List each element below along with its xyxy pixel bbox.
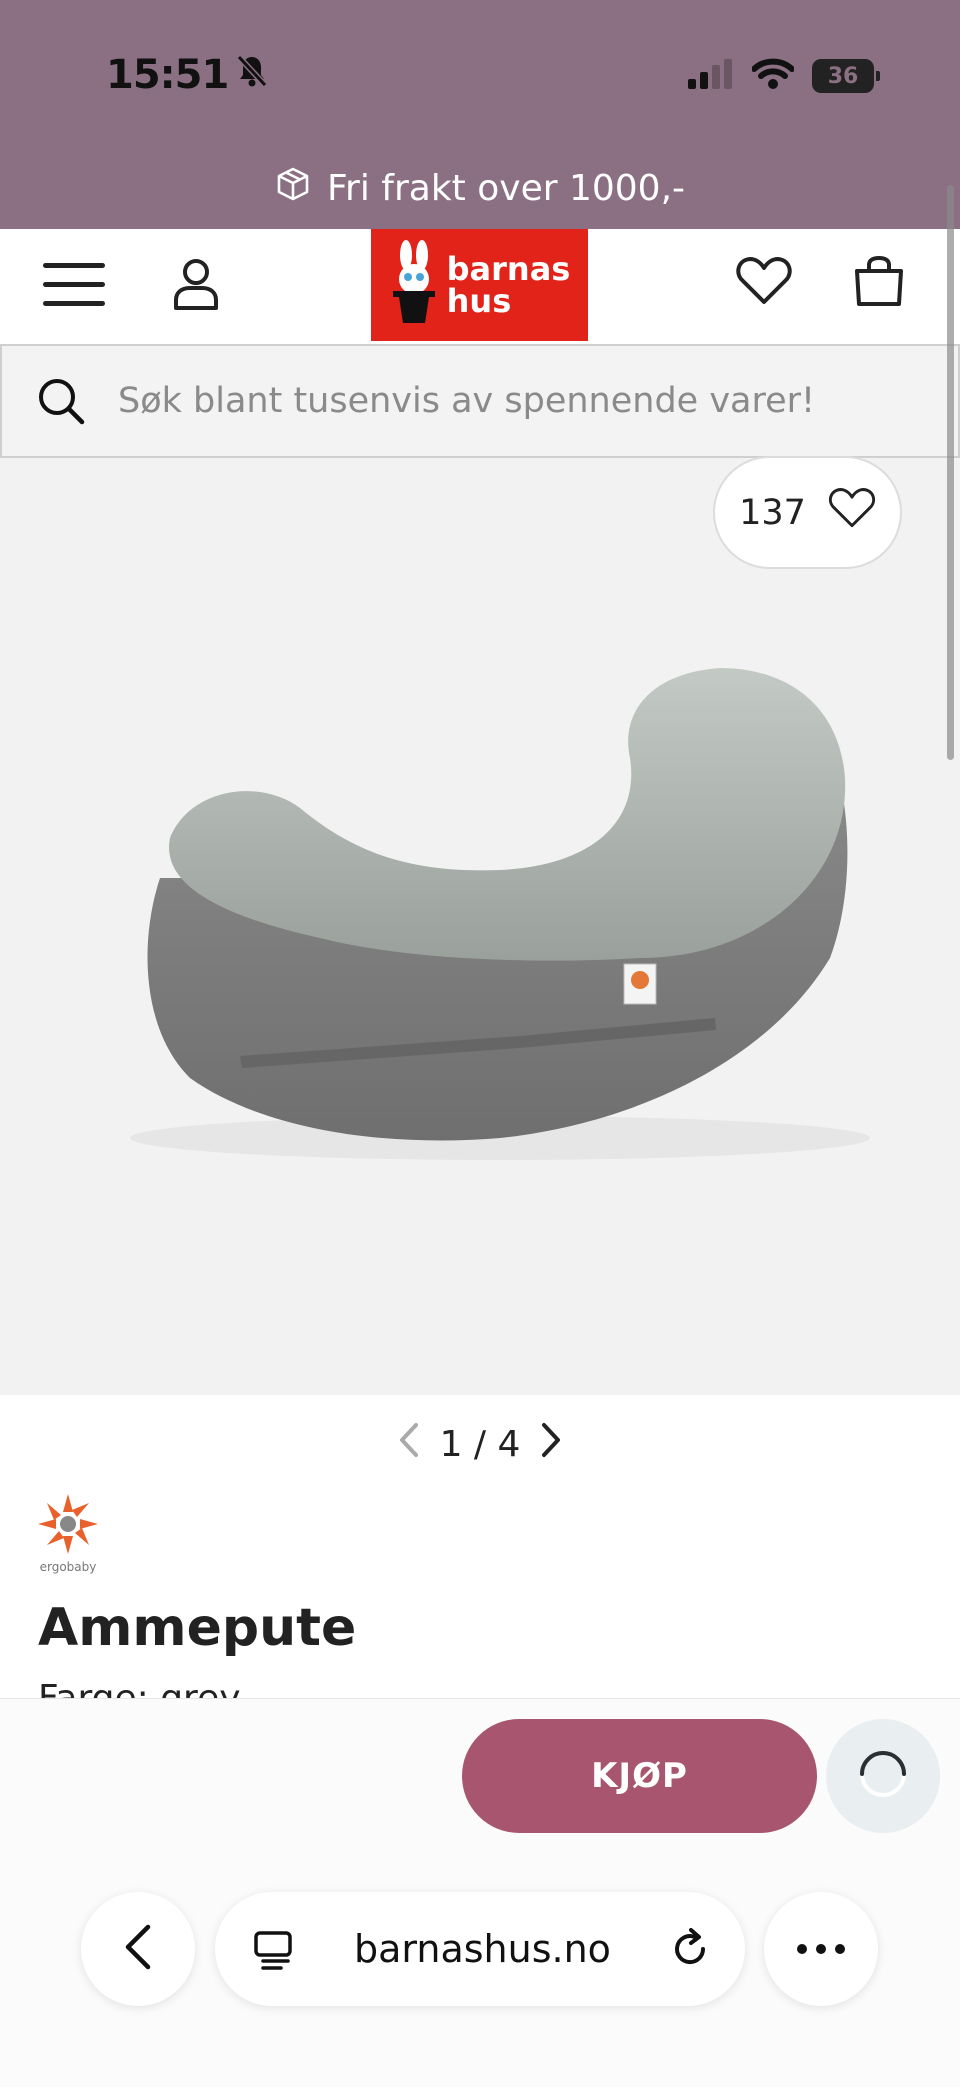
menu-icon[interactable] [36,252,112,318]
top-banner: 15:51 36 Fri frakt over 1000,- [0,0,960,229]
wifi-icon [751,58,795,94]
product-title: Ammepute [38,1598,357,1658]
logo-line-1: barnas [446,250,571,288]
search-bar[interactable]: Søk blant tusenvis av spennende varer! [0,344,960,458]
brand-wordmark: ergobaby [40,1560,97,1574]
rabbit-hat-icon [389,239,439,331]
battery-indicator: 36 [812,59,880,93]
free-shipping-banner: Fri frakt over 1000,- [0,160,960,217]
status-time: 15:51 [106,52,268,98]
search-icon [36,376,86,426]
ergobaby-brand-logo[interactable]: ergobaby [36,1488,100,1578]
cart-icon[interactable] [848,248,910,314]
product-image [130,668,870,1160]
battery-level: 36 [827,63,859,89]
logo-line-2: hus [446,282,512,320]
package-icon [275,166,311,211]
product-image-gallery[interactable] [0,458,960,1395]
logo-wordmark: barnas hus [447,253,571,317]
promo-text: Fri frakt over 1000,- [326,168,686,209]
status-icons: 36 [688,58,880,94]
reload-icon[interactable] [669,1928,711,1974]
status-bar: 15:51 36 [0,0,960,160]
search-input[interactable]: Søk blant tusenvis av spennende varer! [118,381,815,421]
wishlist-count: 137 [739,492,806,533]
wishlist-icon[interactable] [732,248,796,314]
browser-back-button[interactable] [81,1892,195,2006]
loading-spinner-icon [856,1747,910,1805]
signal-icon [688,59,734,93]
chevron-right-icon[interactable] [540,1422,562,1467]
buy-button[interactable]: KJØP [462,1719,817,1833]
chevron-left-icon[interactable] [398,1422,420,1467]
heart-icon [828,487,876,538]
barnashus-logo[interactable]: barnas hus [371,229,588,341]
product-color: Farge: grey [38,1678,241,1698]
browser-more-button[interactable] [764,1892,878,2006]
url-text: barnashus.no [354,1927,611,1971]
reader-mode-icon[interactable] [253,1930,293,1974]
bell-muted-icon [236,52,268,98]
chevron-left-icon [123,1923,153,1975]
account-icon[interactable] [164,248,228,320]
wishlist-count-button[interactable]: 137 [713,456,902,569]
page-scrollbar[interactable] [947,185,954,760]
address-bar[interactable]: barnashus.no [215,1892,745,2006]
time-text: 15:51 [106,52,229,98]
ellipsis-icon [796,1940,846,1959]
gallery-pager: 1 / 4 [380,1418,580,1470]
help-chat-button[interactable] [826,1719,940,1833]
gallery-position: 1 / 4 [439,1423,521,1465]
